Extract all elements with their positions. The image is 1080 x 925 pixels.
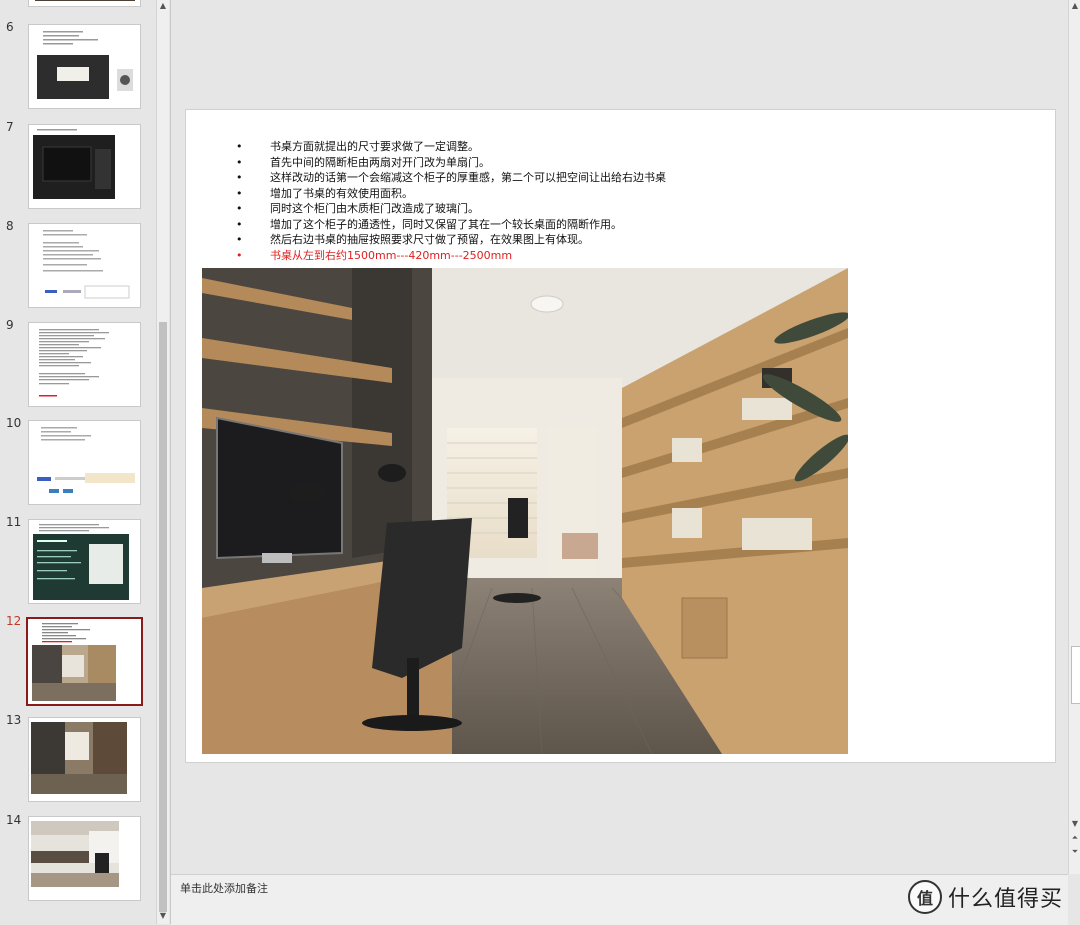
thumbnail-preview xyxy=(39,329,109,397)
scroll-down-arrow-icon[interactable]: ▼ xyxy=(157,910,169,922)
bullet-item: 增加了书桌的有效使用面积。 xyxy=(236,186,666,202)
watermark-text: 什么值得买 xyxy=(948,887,1064,912)
thumbnail-preview xyxy=(31,722,127,794)
thumbnail-preview xyxy=(43,230,130,299)
bullet-item: 增加了这个柜子的通透性，同时又保留了其在一个较长桌面的隔断作用。 xyxy=(236,217,666,233)
bullet-item: 书桌方面就提出的尺寸要求做了一定调整。 xyxy=(236,139,666,155)
slide-number: 8 xyxy=(6,219,14,233)
bullet-list[interactable]: 书桌方面就提出的尺寸要求做了一定调整。 首先中间的隔断柜由两扇对开门改为单扇门。… xyxy=(236,139,666,263)
bullet-item: 然后右边书桌的抽屉按照要求尺寸做了预留，在效果图上有体现。 xyxy=(236,232,666,248)
slide-thumbnail-10[interactable] xyxy=(28,420,141,505)
slide-thumbnail-partial[interactable] xyxy=(28,0,141,7)
slide-thumbnail-8[interactable] xyxy=(28,223,141,308)
notes-placeholder[interactable]: 单击此处添加备注 xyxy=(180,880,268,896)
slide-thumbnail-9[interactable] xyxy=(28,322,141,407)
bullet-item: 首先中间的隔断柜由两扇对开门改为单扇门。 xyxy=(236,155,666,171)
study-room-render-image[interactable] xyxy=(202,268,848,754)
slide-thumbnail-6[interactable] xyxy=(28,24,141,109)
bullet-item: 这样改动的话第一个会缩减这个柜子的厚重感，第二个可以把空间让出给右边书桌 xyxy=(236,170,666,186)
scrollbar-thumb[interactable] xyxy=(1071,646,1080,704)
slide-number: 6 xyxy=(6,20,14,34)
slide-canvas[interactable]: 书桌方面就提出的尺寸要求做了一定调整。 首先中间的隔断柜由两扇对开门改为单扇门。… xyxy=(185,109,1056,763)
bullet-item-highlight: 书桌从左到右约1500mm---420mm---2500mm xyxy=(236,248,666,264)
thumbnail-preview xyxy=(33,129,115,199)
scroll-down-arrow-icon[interactable]: ▼ xyxy=(1069,818,1080,830)
slide-thumbnail-11[interactable] xyxy=(28,519,141,604)
thumbnail-preview xyxy=(37,427,135,493)
scroll-up-arrow-icon[interactable]: ▲ xyxy=(157,0,169,12)
thumbnail-preview xyxy=(37,31,133,99)
slide-thumbnail-12[interactable] xyxy=(26,617,143,706)
slide-number: 7 xyxy=(6,120,14,134)
watermark-logo-icon: 值 xyxy=(908,880,942,914)
slide-number: 10 xyxy=(6,416,22,430)
previous-slide-icon[interactable]: ⏶ xyxy=(1069,832,1080,844)
bullet-item: 同时这个柜门由木质柜门改造成了玻璃门。 xyxy=(236,201,666,217)
slide-number: 9 xyxy=(6,318,14,332)
slide-number: 11 xyxy=(6,515,22,529)
watermark: 值 什么值得买 xyxy=(908,880,1063,914)
slide-editing-area: 书桌方面就提出的尺寸要求做了一定调整。 首先中间的隔断柜由两扇对开门改为单扇门。… xyxy=(171,0,1068,874)
thumbnail-scrollbar[interactable]: ▲ ▼ xyxy=(156,0,169,924)
scroll-up-arrow-icon[interactable]: ▲ xyxy=(1069,0,1080,12)
scrollbar-thumb[interactable] xyxy=(159,322,167,912)
slide-thumbnail-13[interactable] xyxy=(28,717,141,802)
interior-photo xyxy=(202,268,848,754)
thumbnail-preview xyxy=(32,623,116,701)
slide-thumbnail-pane: 6 7 8 9 10 11 12 13 14 xyxy=(0,0,171,924)
slide-number: 14 xyxy=(6,813,22,827)
slide-number: 13 xyxy=(6,713,22,727)
slide-thumbnail-7[interactable] xyxy=(28,124,141,209)
slide-thumbnail-14[interactable] xyxy=(28,816,141,901)
thumbnail-preview xyxy=(33,524,129,600)
thumbnail-preview xyxy=(31,821,119,887)
slide-scrollbar[interactable]: ▲ ▼ ⏶ ⏷ xyxy=(1068,0,1080,874)
slide-number-active: 12 xyxy=(6,614,22,628)
next-slide-icon[interactable]: ⏷ xyxy=(1069,846,1080,858)
